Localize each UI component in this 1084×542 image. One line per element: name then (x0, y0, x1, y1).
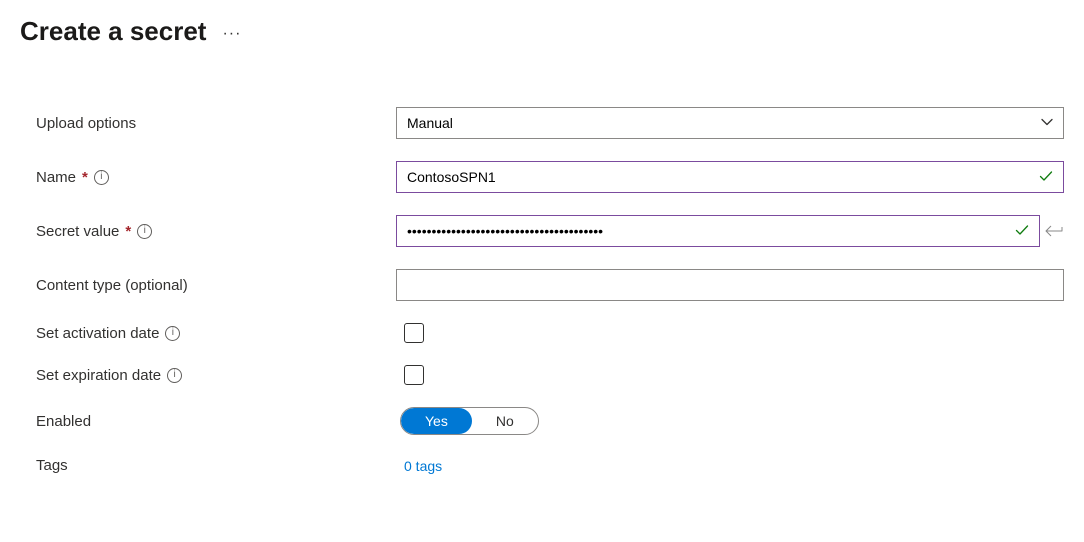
page-title: Create a secret (20, 16, 206, 47)
upload-options-label-text: Upload options (36, 115, 136, 132)
label-enabled: Enabled (36, 413, 396, 430)
activation-date-checkbox[interactable] (404, 323, 424, 343)
activation-date-label-text: Set activation date (36, 325, 159, 342)
page-header: Create a secret ··· (20, 16, 1064, 47)
content-type-input[interactable] (396, 269, 1064, 301)
label-name: Name * i (36, 169, 396, 186)
row-enabled: Enabled Yes No (20, 407, 1064, 435)
expiration-date-checkbox[interactable] (404, 365, 424, 385)
tags-link[interactable]: 0 tags (404, 458, 442, 474)
label-activation-date: Set activation date i (36, 325, 396, 342)
label-tags: Tags (36, 457, 396, 474)
row-tags: Tags 0 tags (20, 457, 1064, 474)
info-icon[interactable]: i (94, 170, 109, 185)
upload-options-select[interactable] (396, 107, 1064, 139)
secret-value-label-text: Secret value (36, 223, 119, 240)
enabled-no-button[interactable]: No (472, 408, 538, 434)
arrow-left-icon (1044, 224, 1064, 238)
row-name: Name * i (20, 161, 1064, 193)
secret-value-input[interactable] (396, 215, 1040, 247)
tags-label-text: Tags (36, 457, 68, 474)
label-secret-value: Secret value * i (36, 223, 396, 240)
enabled-label-text: Enabled (36, 413, 91, 430)
required-asterisk: * (82, 169, 88, 186)
content-type-label-text: Content type (optional) (36, 277, 188, 294)
row-secret-value: Secret value * i (20, 215, 1064, 247)
info-icon[interactable]: i (137, 224, 152, 239)
row-upload-options: Upload options (20, 107, 1064, 139)
required-asterisk: * (125, 223, 131, 240)
expiration-date-label-text: Set expiration date (36, 367, 161, 384)
label-content-type: Content type (optional) (36, 277, 396, 294)
row-expiration-date: Set expiration date i (20, 365, 1064, 385)
label-upload-options: Upload options (36, 115, 396, 132)
info-icon[interactable]: i (165, 326, 180, 341)
more-options-icon[interactable]: ··· (222, 21, 241, 43)
info-icon[interactable]: i (167, 368, 182, 383)
name-label-text: Name (36, 169, 76, 186)
row-content-type: Content type (optional) (20, 269, 1064, 301)
enabled-toggle: Yes No (400, 407, 539, 435)
name-input[interactable] (396, 161, 1064, 193)
enabled-yes-button[interactable]: Yes (401, 408, 472, 434)
row-activation-date: Set activation date i (20, 323, 1064, 343)
label-expiration-date: Set expiration date i (36, 367, 396, 384)
